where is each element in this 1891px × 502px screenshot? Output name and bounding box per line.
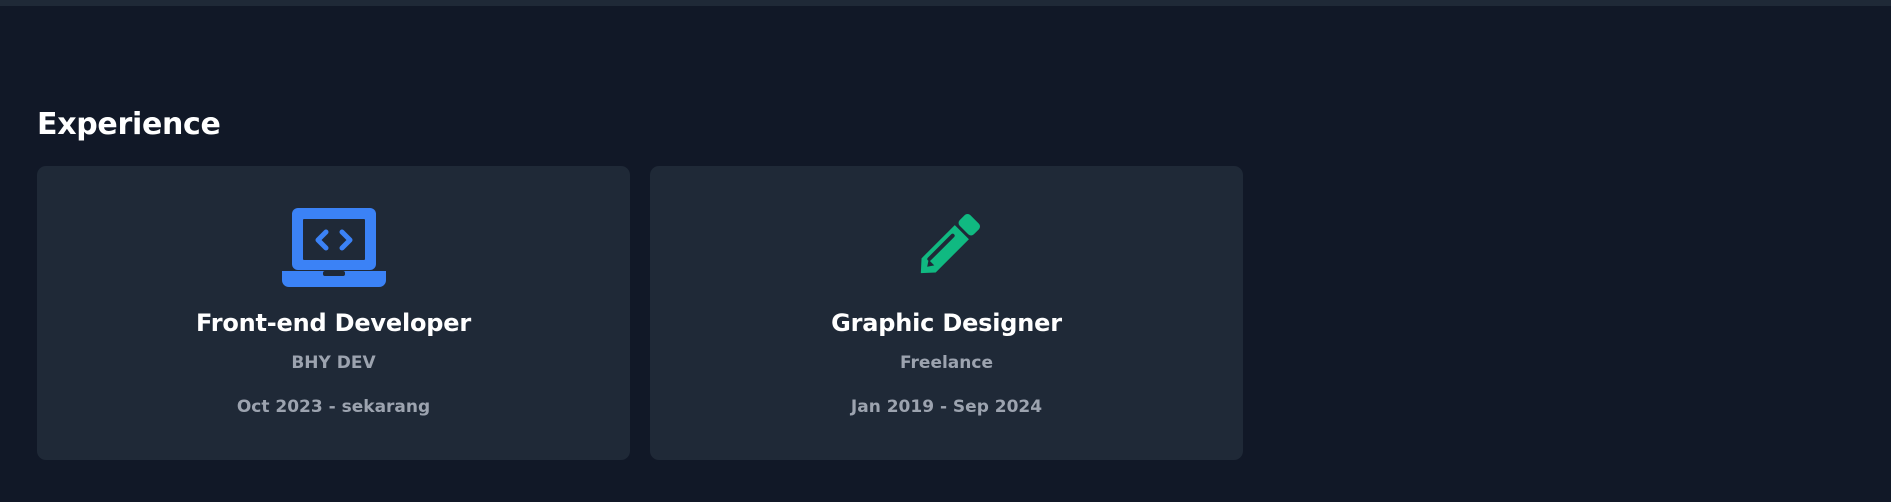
laptop-code-icon — [281, 204, 386, 290]
top-navigation-bar — [0, 0, 1891, 6]
employment-period: Oct 2023 - sekarang — [236, 397, 431, 417]
company-name: BHY DEV — [291, 353, 376, 373]
experience-card-front-end-developer: Front-end Developer BHY DEV Oct 2023 - s… — [37, 166, 630, 460]
employment-period: Jan 2019 - Sep 2024 — [850, 397, 1043, 417]
role-title: Graphic Designer — [831, 309, 1062, 337]
role-title: Front-end Developer — [196, 309, 471, 337]
pencil-icon — [895, 204, 999, 290]
experience-card-graphic-designer: Graphic Designer Freelance Jan 2019 - Se… — [650, 166, 1243, 460]
company-name: Freelance — [900, 353, 993, 373]
experience-section-title: Experience — [37, 107, 221, 142]
